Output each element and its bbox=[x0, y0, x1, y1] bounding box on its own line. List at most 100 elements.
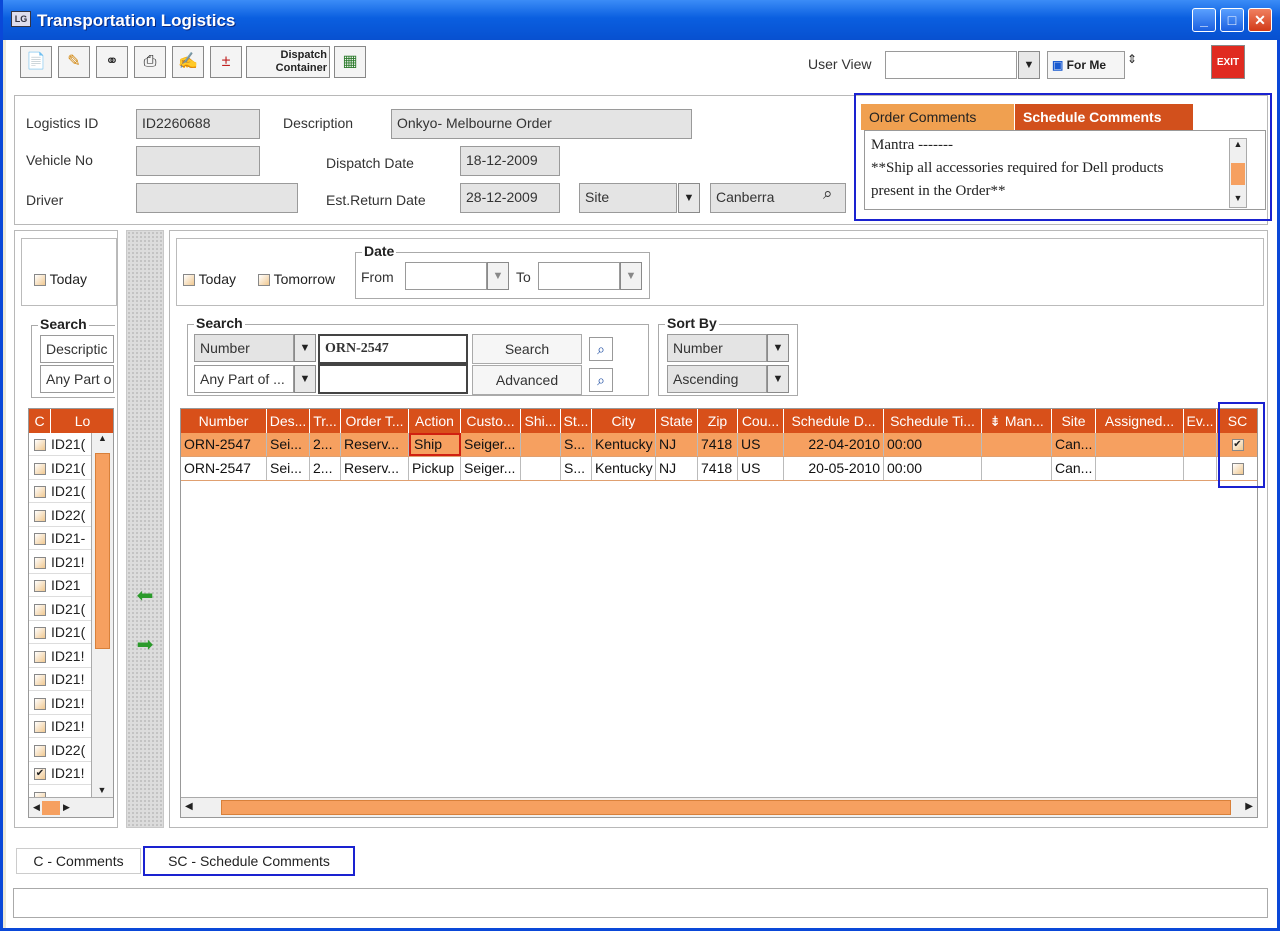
sort-order-select[interactable]: Ascending bbox=[667, 365, 767, 393]
table-row[interactable]: ORN-2547 Sei... 2... Reserv... Pickup Seiger.… bbox=[181, 457, 1257, 481]
sort-field-chevron-down-icon[interactable]: ▼ bbox=[767, 334, 789, 362]
row-checkbox[interactable] bbox=[34, 556, 46, 569]
row-checkbox[interactable] bbox=[34, 744, 46, 757]
left-search-field[interactable]: Descriptic bbox=[40, 335, 114, 363]
column-header[interactable]: Des... bbox=[267, 409, 310, 433]
scroll-up-icon[interactable]: ▲ bbox=[1230, 139, 1246, 155]
column-header[interactable]: State bbox=[656, 409, 698, 433]
row-checkbox[interactable] bbox=[34, 439, 46, 452]
tomorrow-checkbox[interactable]: Tomorrow bbox=[258, 271, 335, 287]
row-checkbox[interactable] bbox=[34, 509, 46, 522]
left-col-c[interactable]: C bbox=[29, 409, 51, 433]
left-hscroll[interactable]: ◀ ▶ bbox=[29, 797, 113, 817]
sort-order-chevron-down-icon[interactable]: ▼ bbox=[767, 365, 789, 393]
left-list-row[interactable]: ID21! bbox=[29, 551, 91, 574]
left-list-row[interactable]: ID21( bbox=[29, 598, 91, 621]
scroll-right-icon[interactable]: ▶ bbox=[63, 802, 70, 812]
print-icon[interactable]: ⎙ bbox=[134, 46, 166, 78]
minimize-button[interactable]: _ bbox=[1192, 8, 1216, 32]
scroll-left-icon[interactable]: ◀ bbox=[185, 801, 193, 812]
scroll-down-icon[interactable]: ▼ bbox=[92, 785, 112, 795]
column-header[interactable]: Cou... bbox=[738, 409, 784, 433]
left-list-row[interactable]: ID21! bbox=[29, 668, 91, 691]
search-field-select[interactable]: Number bbox=[194, 334, 294, 362]
row-checkbox[interactable] bbox=[34, 580, 46, 593]
tab-schedule-comments[interactable]: Schedule Comments bbox=[1015, 104, 1193, 130]
search-mode-select[interactable]: Any Part of ... bbox=[194, 365, 294, 393]
row-checkbox[interactable] bbox=[34, 674, 46, 687]
user-view-select[interactable] bbox=[885, 51, 1017, 79]
row-checkbox[interactable] bbox=[34, 627, 46, 640]
column-header[interactable]: Schedule Ti... bbox=[884, 409, 982, 433]
comments-scrollbar[interactable]: ▲ ▼ bbox=[1229, 138, 1247, 208]
vehicle-field[interactable] bbox=[136, 146, 260, 176]
sort-field-select[interactable]: Number bbox=[667, 334, 767, 362]
scroll-thumb[interactable] bbox=[95, 453, 110, 649]
column-header[interactable]: St... bbox=[561, 409, 592, 433]
column-header[interactable]: Site bbox=[1052, 409, 1096, 433]
arrow-left-icon[interactable]: ⬅ bbox=[133, 585, 157, 607]
column-header[interactable]: Order T... bbox=[341, 409, 409, 433]
notes-edit-icon[interactable]: ✍ bbox=[172, 46, 204, 78]
column-header[interactable]: Action bbox=[409, 409, 461, 433]
from-date-field[interactable] bbox=[405, 262, 487, 290]
column-header[interactable]: Custo... bbox=[461, 409, 521, 433]
left-today-checkbox[interactable]: Today bbox=[34, 271, 87, 287]
scroll-thumb[interactable] bbox=[42, 800, 61, 815]
left-list-row[interactable]: ID21! bbox=[29, 645, 91, 668]
splitter[interactable] bbox=[126, 230, 164, 828]
logistics-id-field[interactable]: ID2260688 bbox=[136, 109, 260, 139]
scroll-up-icon[interactable]: ▲ bbox=[92, 433, 113, 451]
scroll-left-icon[interactable]: ◀ bbox=[33, 802, 40, 812]
row-checkbox[interactable] bbox=[34, 650, 46, 663]
chevron-down-icon[interactable]: ▼ bbox=[1018, 51, 1040, 79]
new-icon[interactable]: 📄 bbox=[20, 46, 52, 78]
left-list-row[interactable]: ID21( bbox=[29, 433, 91, 456]
title-bar[interactable]: LG Transportation Logistics _ □ ✕ bbox=[3, 0, 1280, 40]
advanced-search-icon[interactable]: ⌕ bbox=[589, 368, 613, 392]
advanced-button[interactable]: Advanced bbox=[472, 365, 582, 395]
search-button[interactable]: Search bbox=[472, 334, 582, 364]
column-header[interactable]: Zip bbox=[698, 409, 738, 433]
tab-order-comments[interactable]: Order Comments bbox=[861, 104, 1014, 130]
search-input-2[interactable] bbox=[318, 364, 468, 394]
left-list-row[interactable]: ID21! bbox=[29, 692, 91, 715]
comments-text[interactable]: Mantra ------- **Ship all accessories re… bbox=[864, 130, 1266, 210]
site-select[interactable]: Site bbox=[579, 183, 677, 213]
row-checkbox[interactable] bbox=[34, 533, 46, 546]
left-list-row[interactable]: ID22( bbox=[29, 739, 91, 762]
left-list-row[interactable]: ID21( bbox=[29, 480, 91, 503]
left-list-row[interactable]: ID21- bbox=[29, 527, 91, 550]
left-list-row[interactable]: ✔ ID21! bbox=[29, 762, 91, 785]
scroll-right-icon[interactable]: ▶ bbox=[1245, 801, 1253, 812]
est-return-field[interactable]: 28-12-2009 bbox=[460, 183, 560, 213]
to-chevron-down-icon[interactable]: ▼ bbox=[620, 262, 642, 290]
left-vscroll[interactable]: ▲ ▼ bbox=[91, 433, 113, 797]
left-list-row[interactable]: ID21! bbox=[29, 715, 91, 738]
column-header[interactable]: Schedule D... bbox=[784, 409, 884, 433]
scroll-thumb[interactable] bbox=[221, 800, 1231, 815]
left-col-lo[interactable]: Lo bbox=[51, 409, 113, 433]
column-header[interactable]: Shi... bbox=[521, 409, 561, 433]
exit-button[interactable]: EXIT bbox=[1211, 45, 1245, 79]
close-button[interactable]: ✕ bbox=[1248, 8, 1272, 32]
search-field-chevron-down-icon[interactable]: ▼ bbox=[294, 334, 316, 362]
row-checkbox[interactable]: ✔ bbox=[34, 768, 46, 781]
scroll-thumb[interactable] bbox=[1231, 163, 1245, 185]
scroll-down-icon[interactable]: ▼ bbox=[1230, 193, 1246, 209]
from-chevron-down-icon[interactable]: ▼ bbox=[487, 262, 509, 290]
today-checkbox[interactable]: Today bbox=[183, 271, 236, 287]
left-search-mode[interactable]: Any Part o bbox=[40, 365, 114, 393]
row-checkbox[interactable] bbox=[34, 721, 46, 734]
site-chevron-down-icon[interactable]: ▼ bbox=[678, 183, 700, 213]
left-list-row[interactable]: ID21( bbox=[29, 621, 91, 644]
add-item-icon[interactable]: ± bbox=[210, 46, 242, 78]
row-checkbox[interactable] bbox=[34, 486, 46, 499]
column-header[interactable]: Number bbox=[181, 409, 267, 433]
description-field[interactable]: Onkyo- Melbourne Order bbox=[391, 109, 692, 139]
find-binoculars-icon[interactable]: ⚭ bbox=[96, 46, 128, 78]
magnify-icon[interactable]: ⌕ bbox=[589, 337, 613, 361]
grid-hscroll[interactable]: ◀ ▶ bbox=[181, 797, 1257, 817]
arrow-right-icon[interactable]: ➡ bbox=[133, 634, 157, 656]
column-header[interactable]: Assigned... bbox=[1096, 409, 1184, 433]
